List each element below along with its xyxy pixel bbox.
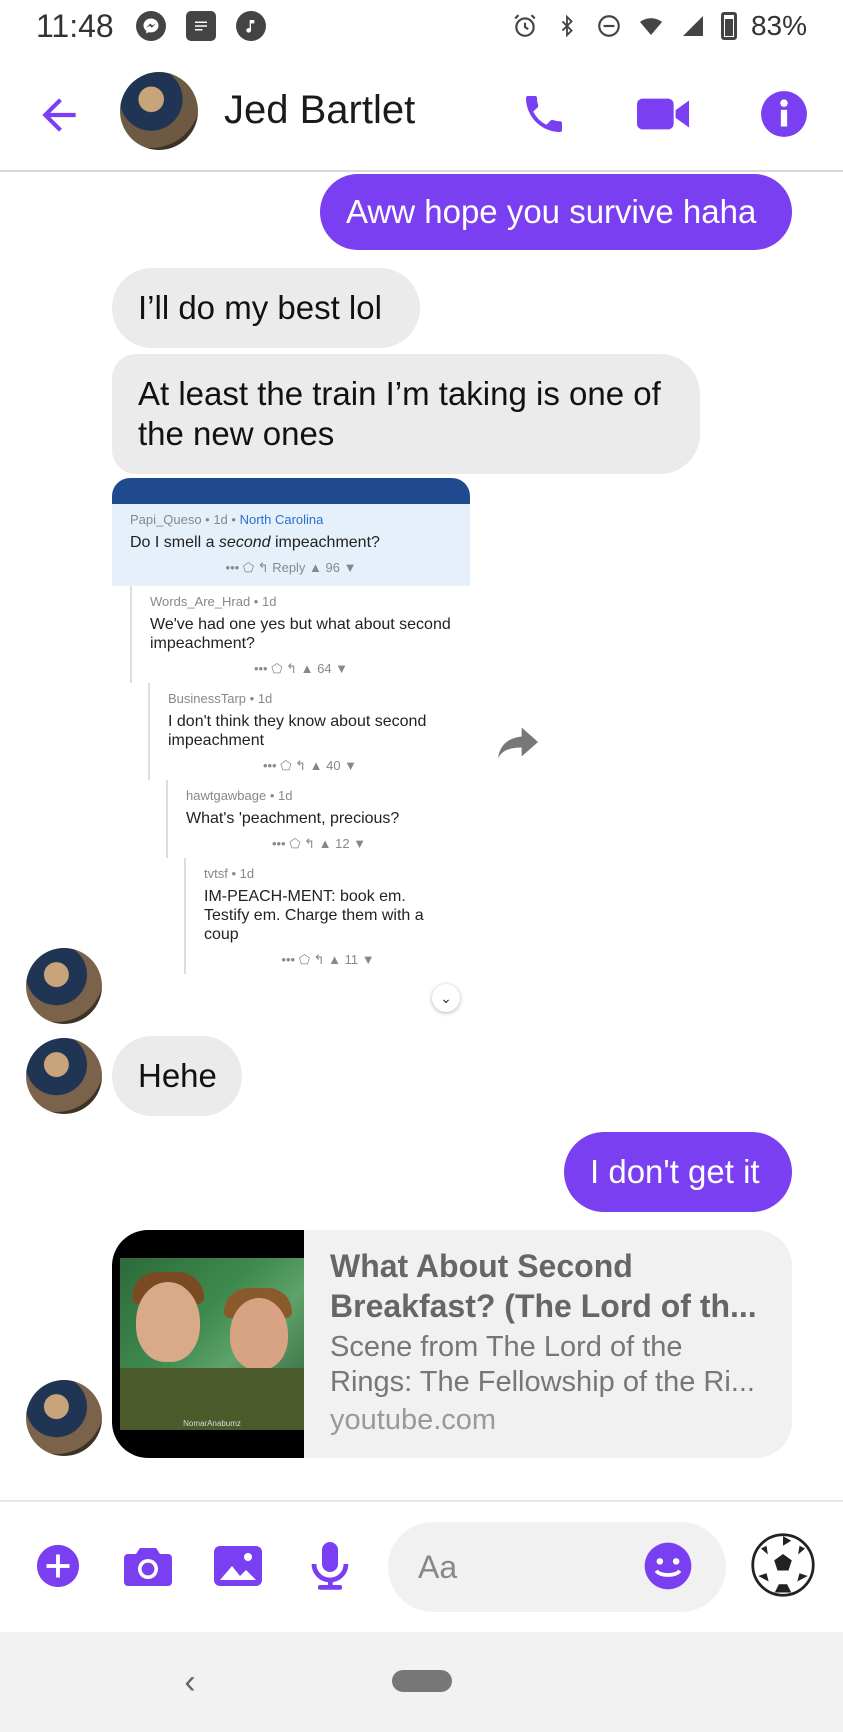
message-text: At least the train I’m taking is one of … bbox=[138, 375, 661, 452]
emoji-button[interactable] bbox=[640, 1538, 696, 1594]
thumbnail-scene: NomarAnabumz bbox=[120, 1258, 304, 1430]
info-icon bbox=[761, 91, 807, 137]
contact-name[interactable]: Jed Bartlet bbox=[224, 88, 415, 133]
comment: BusinessTarp • 1d I don't think they kno… bbox=[148, 683, 470, 780]
message-text: I don't get it bbox=[590, 1153, 760, 1190]
share-button[interactable] bbox=[496, 722, 540, 762]
more-actions-button[interactable] bbox=[30, 1538, 86, 1594]
bluetooth-icon bbox=[553, 12, 581, 40]
comment: Words_Are_Hrad • 1d We've had one yes bu… bbox=[130, 586, 470, 683]
comment-meta: BusinessTarp • 1d bbox=[168, 691, 273, 706]
contact-avatar-small[interactable] bbox=[26, 1038, 102, 1114]
post-text-b: impeachment? bbox=[270, 534, 380, 551]
music-icon bbox=[235, 11, 266, 41]
thumb-face-right bbox=[230, 1298, 288, 1370]
smiley-icon bbox=[644, 1542, 692, 1590]
link-info: What About Second Breakfast? (The Lord o… bbox=[304, 1230, 792, 1458]
link-domain: youtube.com bbox=[330, 1404, 497, 1436]
comment-meta: Words_Are_Hrad • 1d bbox=[150, 594, 277, 609]
microphone-icon bbox=[311, 1542, 349, 1590]
thumbnail-caption: NomarAnabumz bbox=[183, 1419, 241, 1428]
camera-button[interactable] bbox=[120, 1538, 176, 1594]
status-time: 11:48 bbox=[36, 7, 114, 44]
comment-meta: hawtgawbage • 1d bbox=[186, 788, 293, 803]
comment-text: We've had one yes but what about second … bbox=[150, 616, 451, 652]
back-button[interactable] bbox=[34, 90, 84, 140]
share-arrow-icon bbox=[498, 727, 538, 759]
alarm-icon bbox=[511, 12, 539, 40]
info-button[interactable] bbox=[756, 86, 812, 142]
message-text: Hehe bbox=[138, 1057, 217, 1094]
contact-avatar-small[interactable] bbox=[26, 948, 102, 1024]
comment: hawtgawbage • 1d What's 'peachment, prec… bbox=[166, 780, 470, 858]
messenger-icon bbox=[135, 11, 166, 41]
message-list[interactable]: Aww hope you survive haha I’ll do my bes… bbox=[0, 174, 843, 1499]
camera-icon bbox=[124, 1548, 172, 1586]
post-location: North Carolina bbox=[239, 512, 324, 527]
shared-image[interactable]: Papi_Queso • 1d • North Carolina Do I sm… bbox=[112, 478, 470, 1024]
link-preview-card[interactable]: NomarAnabumz What About Second Breakfast… bbox=[112, 1230, 792, 1458]
battery-percent: 83% bbox=[750, 10, 807, 41]
status-right-icons: 83% bbox=[511, 10, 807, 42]
outgoing-message[interactable]: Aww hope you survive haha bbox=[320, 174, 792, 250]
news-icon bbox=[185, 11, 216, 41]
comment-text: IM-PEACH-MENT: book em. Testify em. Char… bbox=[204, 888, 424, 943]
incoming-message[interactable]: I’ll do my best lol bbox=[112, 268, 420, 348]
post-text: Do I smell a second impeachment? bbox=[130, 533, 452, 552]
conversation-header: Jed Bartlet bbox=[0, 60, 843, 172]
message-text: I’ll do my best lol bbox=[138, 289, 382, 326]
wifi-icon bbox=[637, 12, 665, 40]
incoming-message[interactable]: Hehe bbox=[112, 1036, 242, 1116]
post-actions: ••• ⬠ ↰ Reply ▲ 96 ▼ bbox=[225, 560, 357, 575]
battery-icon bbox=[720, 12, 737, 40]
comment: tvtsf • 1d IM-PEACH-MENT: book em. Testi… bbox=[184, 858, 470, 974]
status-bar: 11:48 83% bbox=[0, 0, 843, 52]
image-icon bbox=[214, 1546, 262, 1586]
comment-text: I don't think they know about second imp… bbox=[168, 713, 427, 749]
post-text-italic: second bbox=[218, 534, 271, 551]
plus-icon bbox=[36, 1544, 80, 1588]
comment-meta: tvtsf • 1d bbox=[204, 866, 255, 881]
nav-home-pill[interactable] bbox=[392, 1670, 452, 1692]
dnd-icon bbox=[595, 12, 623, 40]
comment-text: What's 'peachment, precious? bbox=[186, 810, 400, 827]
status-left-icons bbox=[135, 11, 266, 41]
contact-avatar-small[interactable] bbox=[26, 1380, 102, 1456]
comment-actions: ••• ⬠ ↰ ▲ 11 ▼ bbox=[281, 952, 375, 967]
video-camera-icon bbox=[637, 98, 690, 130]
contact-avatar[interactable] bbox=[120, 72, 198, 150]
voice-record-button[interactable] bbox=[302, 1538, 358, 1594]
phone-icon bbox=[526, 96, 562, 132]
video-call-button[interactable] bbox=[636, 86, 692, 142]
message-text: Aww hope you survive haha bbox=[346, 193, 757, 230]
shared-post: Papi_Queso • 1d • North Carolina Do I sm… bbox=[112, 504, 470, 586]
system-nav-bar: ‹ bbox=[0, 1632, 843, 1732]
outgoing-message[interactable]: I don't get it bbox=[564, 1132, 792, 1212]
signal-icon bbox=[679, 12, 707, 40]
message-composer bbox=[0, 1500, 843, 1630]
nav-back-button[interactable]: ‹ bbox=[170, 1662, 210, 1702]
comment-actions: ••• ⬠ ↰ ▲ 64 ▼ bbox=[253, 661, 349, 676]
post-user: Papi_Queso • 1d • bbox=[130, 512, 236, 527]
expand-chevron-icon: ⌄ bbox=[432, 984, 460, 1012]
link-title: What About Second Breakfast? (The Lord o… bbox=[330, 1248, 757, 1324]
voice-call-button[interactable] bbox=[516, 86, 572, 142]
shared-image-toolbar bbox=[112, 478, 470, 504]
link-description: Scene from The Lord of the Rings: The Fe… bbox=[330, 1331, 755, 1398]
comment-actions: ••• ⬠ ↰ ▲ 40 ▼ bbox=[262, 758, 358, 773]
incoming-message[interactable]: At least the train I’m taking is one of … bbox=[112, 354, 700, 474]
video-thumbnail: NomarAnabumz bbox=[112, 1230, 304, 1458]
soccer-ball-icon bbox=[751, 1533, 815, 1597]
gallery-button[interactable] bbox=[210, 1538, 266, 1594]
post-meta: Papi_Queso • 1d • North Carolina bbox=[130, 512, 452, 527]
post-text-a: Do I smell a bbox=[130, 534, 219, 551]
quick-reaction-button[interactable] bbox=[750, 1532, 816, 1598]
thumb-face-left bbox=[136, 1282, 200, 1362]
comment-actions: ••• ⬠ ↰ ▲ 12 ▼ bbox=[271, 836, 367, 851]
